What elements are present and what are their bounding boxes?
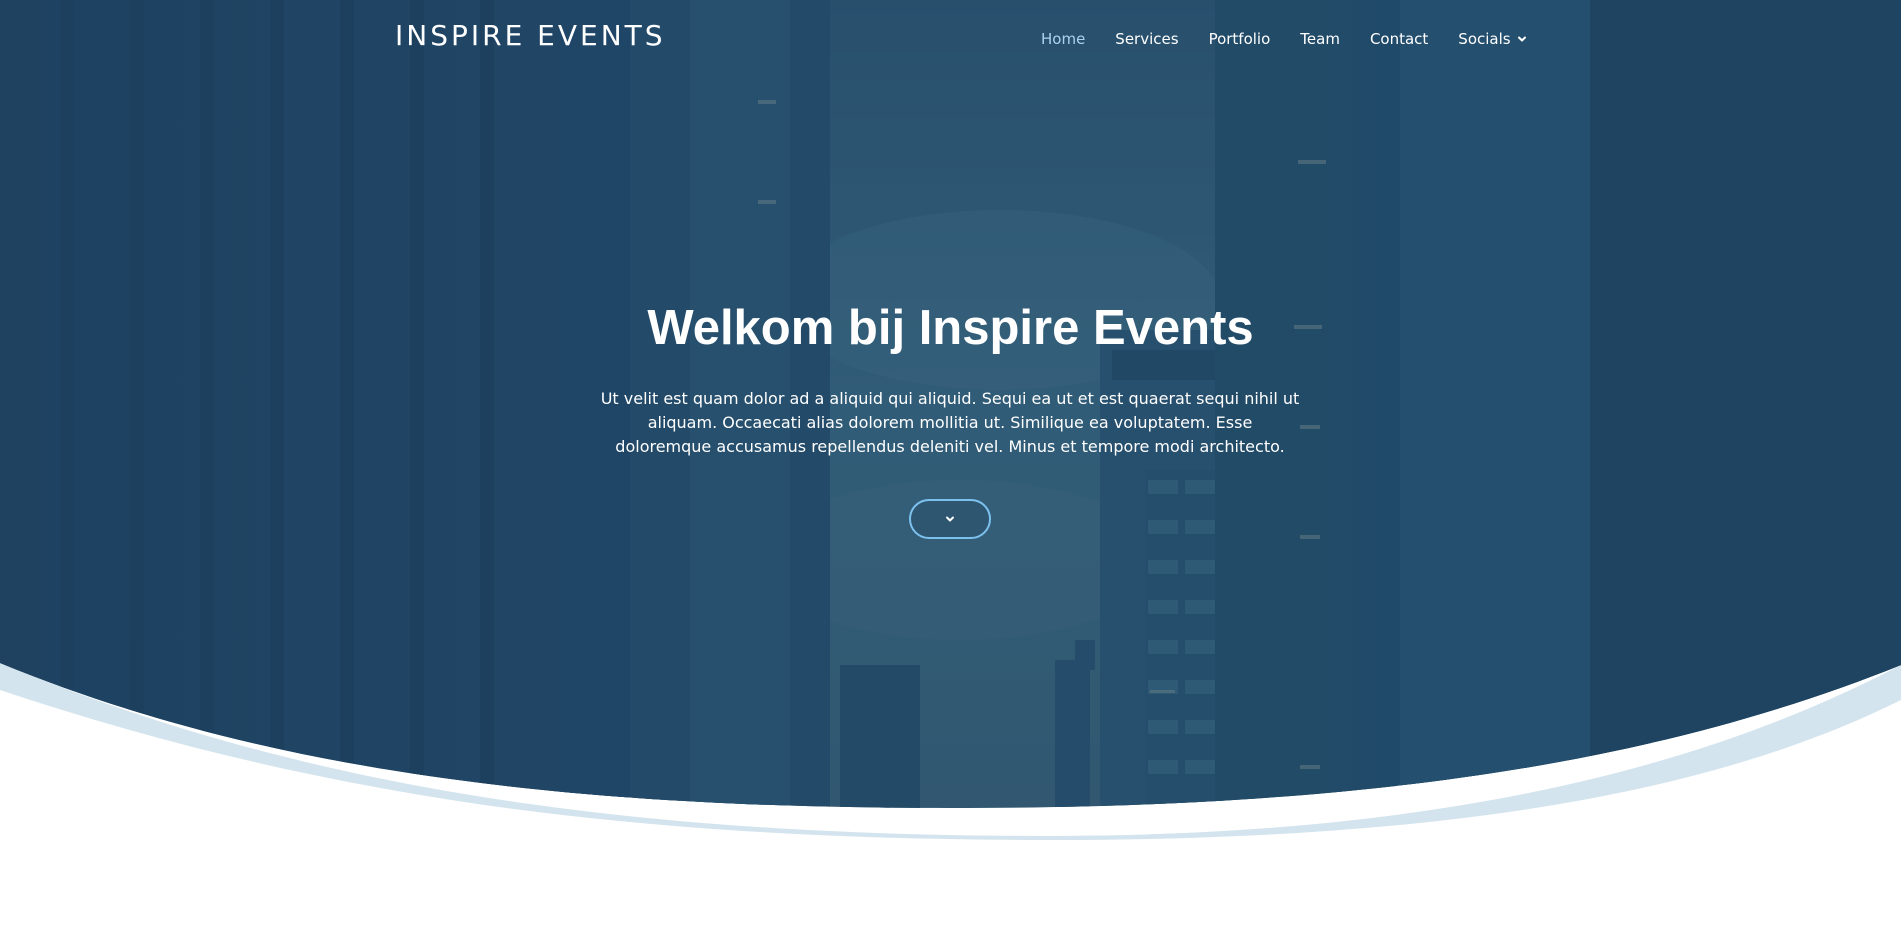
main-nav: Home Services Portfolio Team Contact Soc…: [1041, 28, 1527, 50]
site-header: INSPIRE EVENTS Home Services Portfolio T…: [0, 0, 1901, 80]
hero-title: Welkom bij Inspire Events: [647, 301, 1254, 355]
nav-item-contact[interactable]: Contact: [1370, 30, 1428, 48]
site-logo[interactable]: INSPIRE EVENTS: [395, 19, 666, 52]
chevron-down-icon: [1517, 36, 1526, 42]
nav-item-label: Contact: [1369, 30, 1429, 48]
nav-item-label: Services: [1115, 30, 1179, 48]
nav-item-services[interactable]: Services: [1115, 30, 1178, 48]
nav-item-team[interactable]: Team: [1300, 30, 1340, 48]
nav-item-portfolio[interactable]: Portfolio: [1209, 30, 1271, 48]
nav-item-label: Portfolio: [1208, 30, 1271, 48]
chevron-down-icon: [946, 516, 954, 522]
nav-item-home[interactable]: Home: [1041, 30, 1085, 48]
nav-item-label: Home: [1041, 30, 1086, 48]
scroll-down-button[interactable]: [909, 499, 991, 539]
nav-item-label: Socials: [1458, 30, 1511, 48]
hero-description: Ut velit est quam dolor ad a aliquid qui…: [600, 389, 1300, 456]
page: INSPIRE EVENTS Home Services Portfolio T…: [0, 0, 1901, 926]
nav-item-socials[interactable]: Socials: [1458, 30, 1526, 48]
nav-item-label: Team: [1300, 30, 1340, 48]
